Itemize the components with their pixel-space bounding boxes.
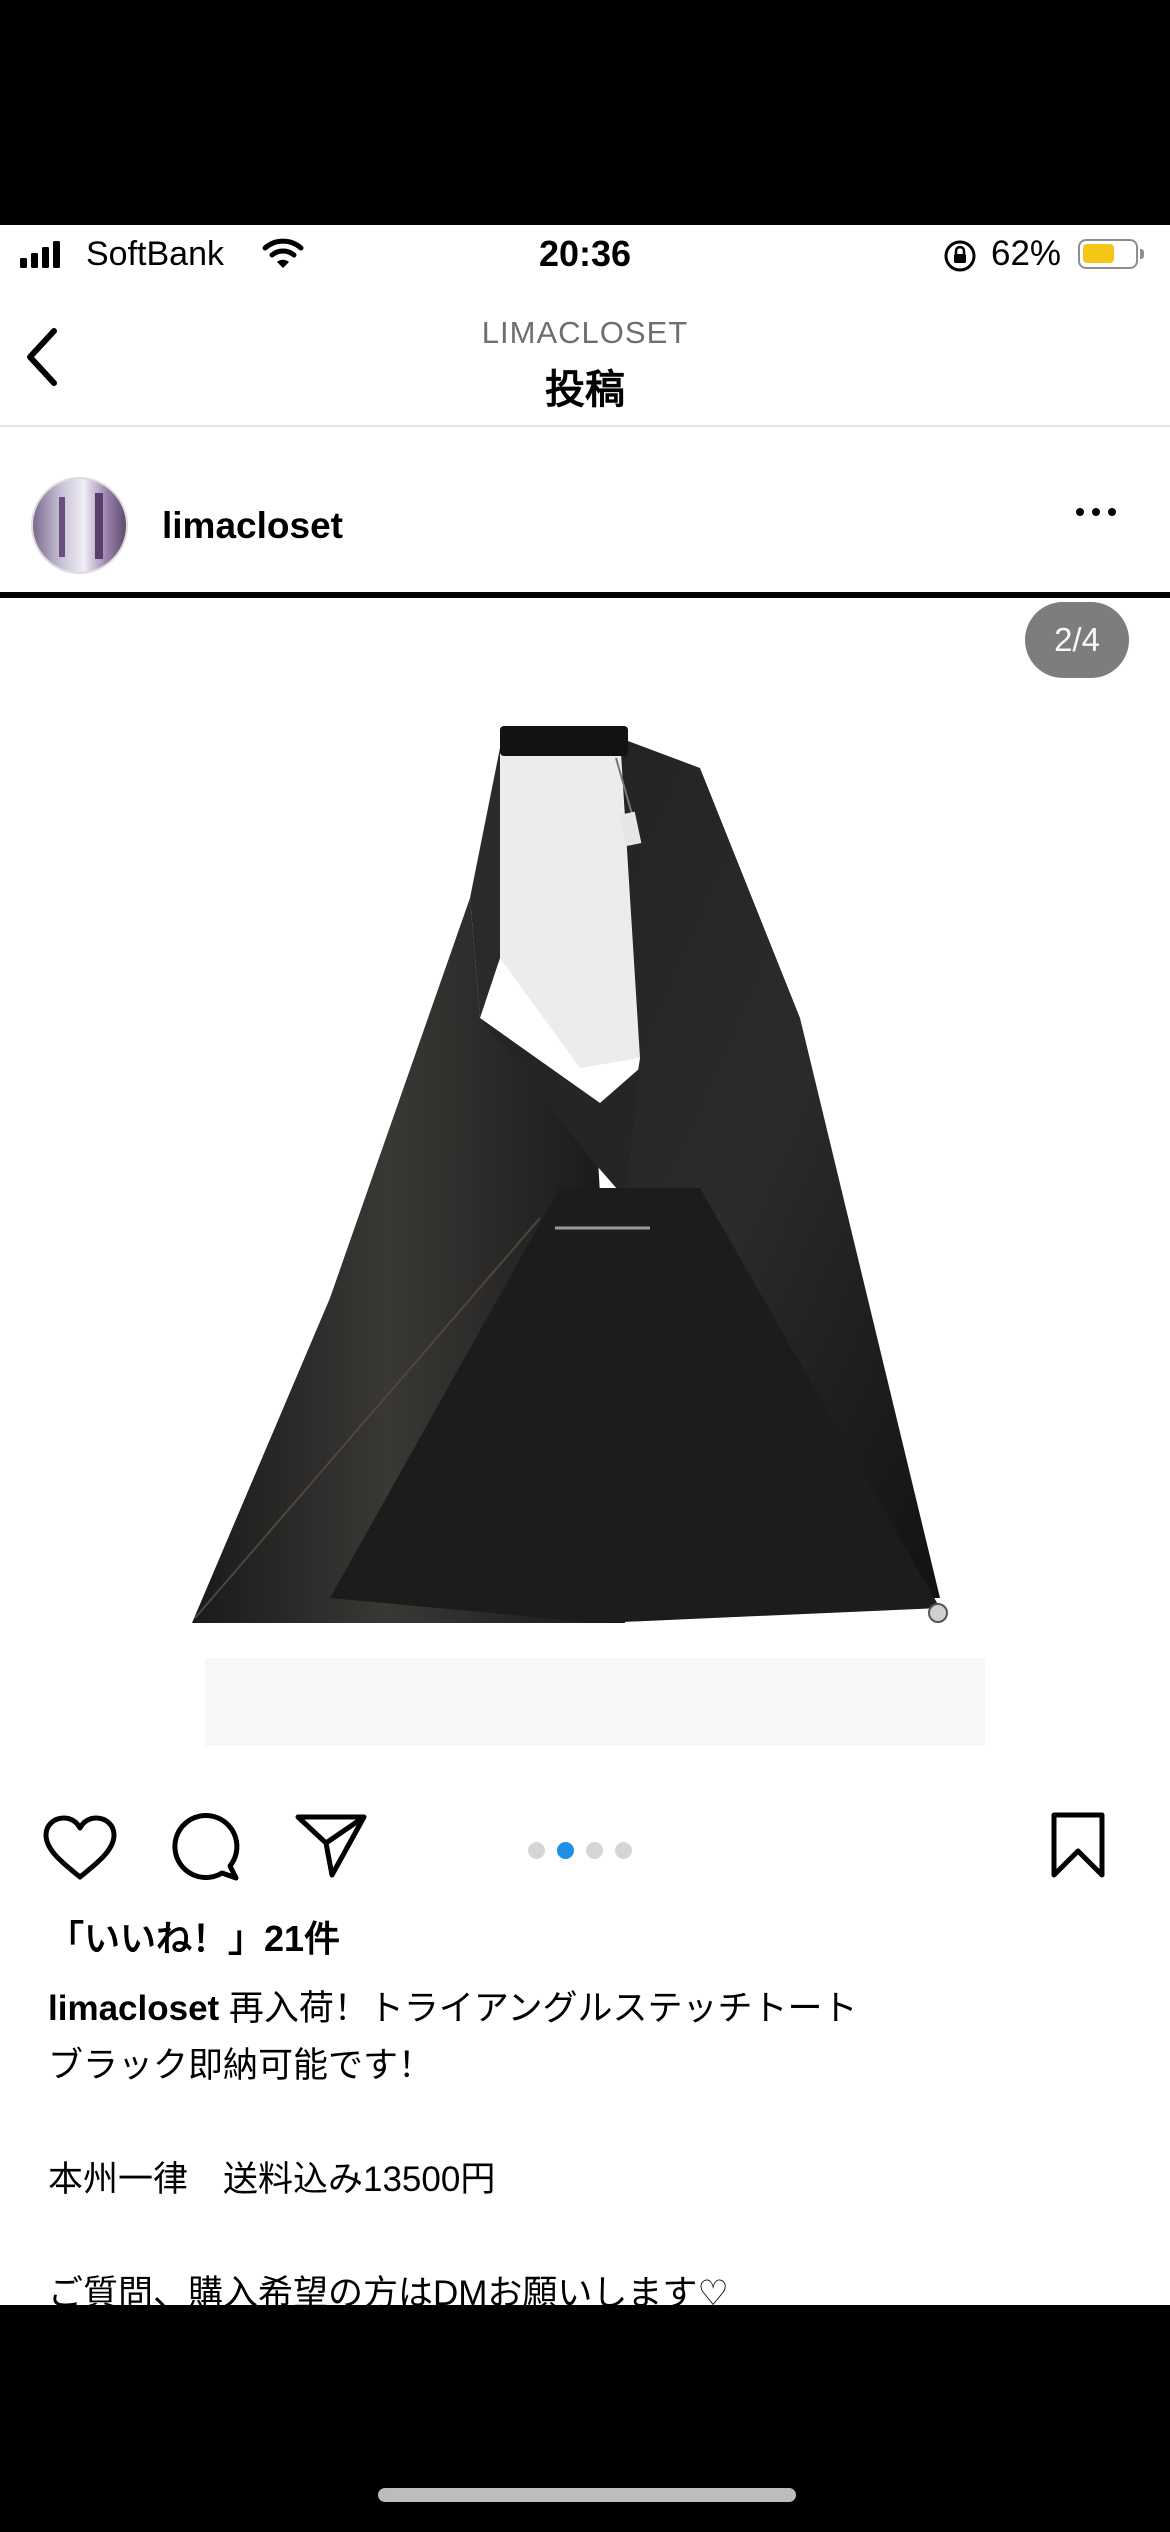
carousel-dot bbox=[528, 1842, 545, 1859]
post-caption: limacloset 再入荷！トライアングルステッチトート ブラック即納可能です… bbox=[48, 1980, 1128, 2305]
page-title: 投稿 bbox=[545, 368, 625, 412]
avatar[interactable] bbox=[31, 477, 128, 574]
media-counter: 2/4 bbox=[1025, 602, 1129, 678]
home-indicator[interactable] bbox=[378, 2488, 796, 2502]
likes-count[interactable]: 「いいね！」21件 bbox=[48, 1910, 340, 1962]
caption-line: ご質問、購入希望の方はDMお願いします♡ bbox=[48, 2274, 729, 2305]
carousel-dot-active bbox=[557, 1842, 574, 1859]
caption-line: ブラック即納可能です！ bbox=[48, 2046, 434, 2085]
caption-line: 本州一律 送料込み13500円 bbox=[48, 2160, 496, 2199]
orientation-lock-icon bbox=[944, 240, 976, 272]
comment-icon[interactable] bbox=[170, 1811, 242, 1883]
app-screen: SoftBank 20:36 62% LIMACLOSET 投稿 limaclo bbox=[0, 225, 1170, 2305]
more-icon[interactable] bbox=[1076, 508, 1116, 516]
carousel-dot bbox=[586, 1842, 603, 1859]
nav-account-name: LIMACLOSET bbox=[481, 315, 689, 350]
action-bar bbox=[0, 1797, 1170, 1907]
tote-bag-image bbox=[192, 726, 985, 1746]
carousel-indicator bbox=[528, 1842, 632, 1859]
caption-username[interactable]: limacloset bbox=[48, 1989, 219, 2028]
battery-icon bbox=[1078, 239, 1144, 269]
heart-icon[interactable] bbox=[42, 1815, 118, 1881]
carousel-dot bbox=[615, 1842, 632, 1859]
post-username[interactable]: limacloset bbox=[162, 505, 343, 547]
post-header: limacloset bbox=[0, 427, 1170, 592]
battery-percent: 62% bbox=[991, 234, 1062, 273]
nav-bar: LIMACLOSET 投稿 bbox=[0, 287, 1170, 427]
bookmark-icon[interactable] bbox=[1048, 1811, 1108, 1879]
share-icon[interactable] bbox=[294, 1811, 368, 1879]
caption-line: 再入荷！トライアングルステッチトート bbox=[219, 1989, 858, 2028]
post-image[interactable]: 2/4 bbox=[0, 598, 1170, 1758]
status-bar: SoftBank 20:36 62% bbox=[0, 225, 1170, 287]
